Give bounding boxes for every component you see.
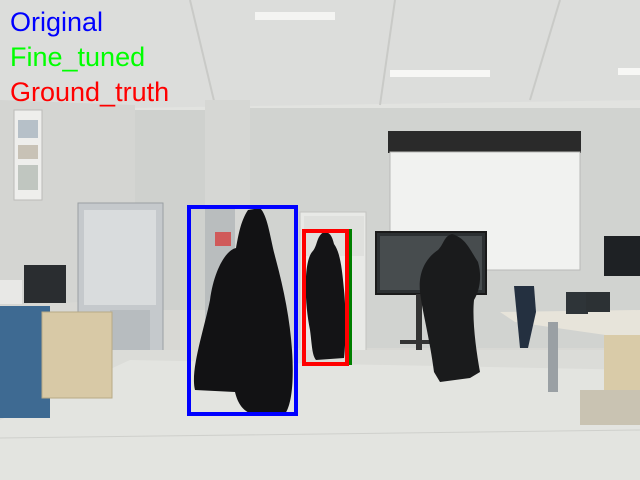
ground-truth-bounding-box <box>302 229 349 366</box>
office-scene: Original Fine_tuned Ground_truth <box>0 0 640 480</box>
legend-ground-truth-label: Ground_truth <box>10 77 170 107</box>
ceiling-light-center <box>390 70 490 77</box>
desk-monitor <box>604 236 640 276</box>
original-bounding-box <box>187 205 298 416</box>
tv-stand <box>416 294 422 354</box>
ceiling-light-left <box>255 12 335 20</box>
wood-cabinet-left <box>41 311 113 399</box>
ceiling-light-right <box>618 68 640 75</box>
legend-fine-tuned-label: Fine_tuned <box>10 42 146 72</box>
projector-screen-frame <box>388 131 581 153</box>
legend-original-label: Original <box>10 7 104 37</box>
